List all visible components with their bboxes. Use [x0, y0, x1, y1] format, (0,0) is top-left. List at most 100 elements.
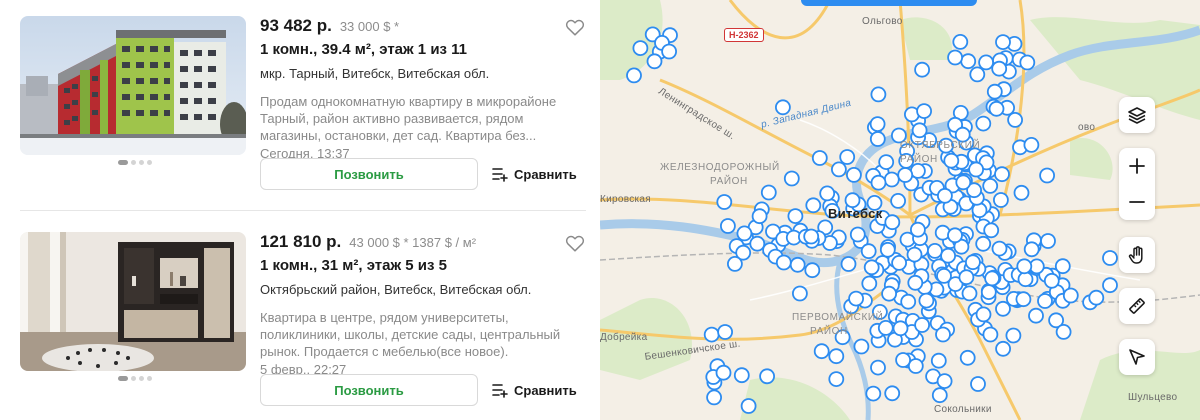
map-marker[interactable] — [884, 385, 901, 402]
pager-dot[interactable] — [147, 160, 152, 165]
map-marker[interactable] — [991, 60, 1008, 77]
map-marker[interactable] — [805, 197, 822, 214]
map-marker[interactable] — [978, 54, 995, 71]
map-marker[interactable] — [804, 262, 821, 279]
call-button[interactable]: Позвонить — [260, 374, 478, 406]
map-marker[interactable] — [861, 275, 878, 292]
compare-button[interactable]: Сравнить — [492, 158, 586, 190]
map-marker[interactable] — [860, 243, 877, 260]
map-marker[interactable] — [890, 192, 907, 209]
map-marker[interactable] — [995, 34, 1011, 50]
map-marker[interactable] — [632, 40, 649, 56]
map-marker[interactable] — [775, 254, 792, 271]
map-marker[interactable] — [1016, 258, 1033, 275]
map-marker[interactable] — [848, 290, 865, 307]
map-marker[interactable] — [706, 389, 722, 406]
map-marker[interactable] — [935, 326, 951, 343]
map-marker[interactable] — [991, 240, 1008, 257]
map-marker[interactable] — [1023, 241, 1040, 258]
map-marker[interactable] — [995, 340, 1012, 357]
map-marker[interactable] — [970, 376, 986, 392]
map-marker[interactable] — [716, 194, 733, 210]
map-marker[interactable] — [811, 150, 828, 166]
map-marker[interactable] — [1005, 327, 1022, 344]
map-marker[interactable] — [877, 319, 894, 336]
map-marker[interactable] — [803, 228, 820, 245]
map-marker[interactable] — [984, 270, 1001, 287]
map-marker[interactable] — [715, 364, 732, 381]
map-marker[interactable] — [980, 284, 997, 301]
map-marker[interactable] — [740, 398, 757, 414]
map-marker[interactable] — [926, 242, 943, 259]
map-marker[interactable] — [975, 306, 992, 323]
map-marker[interactable] — [870, 86, 887, 103]
map-layers-button[interactable] — [1119, 97, 1155, 133]
map-marker[interactable] — [870, 359, 886, 376]
map-marker[interactable] — [988, 100, 1005, 117]
map-marker[interactable] — [736, 225, 753, 242]
listing-card[interactable]: 121 810 р. 43 000 $ * 1387 $ / м² 1 комн… — [20, 216, 586, 420]
map-marker[interactable] — [703, 326, 720, 343]
map-marker[interactable] — [955, 174, 972, 191]
map-marker[interactable] — [961, 285, 978, 302]
map-marker[interactable] — [751, 208, 768, 225]
map-marker[interactable] — [936, 267, 952, 284]
map-marker[interactable] — [931, 387, 948, 404]
favorite-heart-icon[interactable] — [564, 232, 586, 254]
map-marker[interactable] — [960, 53, 977, 70]
pager-dot-active[interactable] — [118, 376, 128, 381]
map-marker[interactable] — [853, 338, 870, 355]
map-marker[interactable] — [891, 254, 908, 271]
map-marker[interactable] — [749, 235, 766, 252]
map-marker[interactable] — [943, 152, 960, 169]
map-marker[interactable] — [870, 174, 887, 191]
map-marker[interactable] — [986, 83, 1003, 100]
map-marker[interactable] — [879, 241, 896, 258]
listing-price[interactable]: 121 810 р. — [260, 232, 341, 252]
pager-dot[interactable] — [139, 160, 144, 165]
map-marker[interactable] — [1037, 293, 1053, 309]
map-marker[interactable] — [881, 285, 898, 302]
photo-pager[interactable] — [118, 376, 152, 381]
map-marker[interactable] — [975, 115, 992, 132]
map-marker[interactable] — [883, 171, 900, 188]
map-marker[interactable] — [760, 184, 777, 201]
map-marker[interactable] — [947, 49, 964, 66]
map-marker[interactable] — [828, 371, 845, 388]
map-marker[interactable] — [783, 170, 800, 187]
map-marker[interactable] — [983, 222, 1000, 239]
map-marker[interactable] — [968, 161, 985, 178]
pager-dot[interactable] — [139, 376, 144, 381]
map-marker[interactable] — [992, 192, 1009, 208]
map-marker[interactable] — [916, 103, 933, 119]
map-marker[interactable] — [819, 185, 836, 202]
map-marker[interactable] — [646, 53, 663, 70]
map-marker[interactable] — [914, 317, 931, 333]
map-marker[interactable] — [964, 254, 981, 271]
map-marker[interactable] — [849, 226, 866, 243]
map-pan-button[interactable] — [1119, 237, 1155, 273]
map-marker[interactable] — [717, 324, 733, 340]
call-button[interactable]: Позвонить — [260, 158, 478, 190]
pager-dot-active[interactable] — [118, 160, 128, 165]
map-marker[interactable] — [1015, 291, 1032, 308]
map-marker[interactable] — [906, 246, 923, 263]
pager-dot[interactable] — [131, 376, 136, 381]
map-marker[interactable] — [958, 269, 975, 286]
map-marker[interactable] — [759, 368, 776, 385]
map-marker[interactable] — [1039, 167, 1056, 184]
map-marker[interactable] — [869, 131, 886, 147]
map-marker[interactable] — [869, 116, 886, 132]
zoom-out-button[interactable] — [1119, 184, 1155, 220]
map-marker[interactable] — [940, 247, 957, 264]
listing-card[interactable]: 93 482 р. 33 000 $ * 1 комн., 39.4 м², э… — [20, 0, 586, 208]
map-marker[interactable] — [930, 352, 947, 369]
map-marker[interactable] — [911, 122, 928, 139]
map-marker[interactable] — [626, 67, 642, 84]
photo-pager[interactable] — [118, 160, 152, 165]
map-marker[interactable] — [1055, 323, 1072, 340]
map-marker[interactable] — [936, 187, 953, 204]
map-marker[interactable] — [878, 154, 895, 171]
map-marker[interactable] — [1023, 136, 1040, 153]
map-marker[interactable] — [969, 66, 986, 83]
